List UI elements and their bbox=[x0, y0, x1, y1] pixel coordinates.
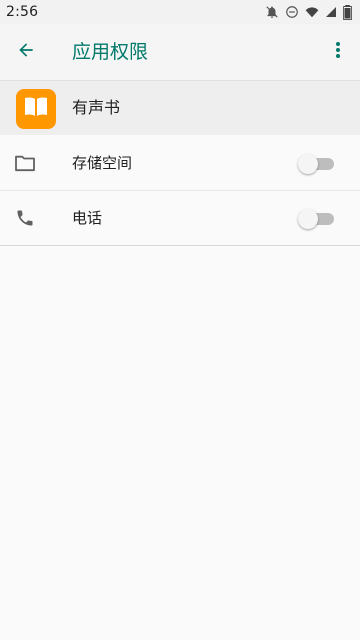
status-bar: 2:56 bbox=[0, 0, 360, 24]
status-time: 2:56 bbox=[6, 4, 39, 20]
app-bar: 应用权限 bbox=[0, 24, 360, 81]
arrow-back-icon bbox=[16, 40, 36, 64]
phone-icon bbox=[14, 207, 36, 229]
switch-thumb bbox=[298, 154, 318, 174]
wifi-icon bbox=[305, 5, 319, 19]
more-options-button[interactable] bbox=[330, 40, 346, 64]
more-vert-icon bbox=[335, 41, 341, 63]
app-icon bbox=[16, 89, 56, 129]
battery-icon bbox=[343, 4, 352, 20]
app-name: 有声书 bbox=[72, 98, 121, 117]
alarm-off-icon bbox=[265, 5, 279, 19]
folder-icon bbox=[14, 152, 36, 174]
back-button[interactable] bbox=[14, 40, 38, 64]
permission-label: 存储空间 bbox=[72, 154, 133, 172]
status-icons bbox=[265, 4, 352, 20]
storage-permission-toggle[interactable] bbox=[298, 154, 334, 174]
app-header: 有声书 bbox=[0, 81, 360, 135]
permission-label: 电话 bbox=[72, 209, 103, 227]
do-not-disturb-icon bbox=[285, 5, 299, 19]
phone-permission-toggle[interactable] bbox=[298, 209, 334, 229]
page-title: 应用权限 bbox=[72, 41, 149, 63]
permission-row-phone[interactable]: 电话 bbox=[0, 191, 360, 246]
permission-row-storage[interactable]: 存储空间 bbox=[0, 136, 360, 191]
permission-list: 存储空间 电话 bbox=[0, 136, 360, 246]
signal-icon bbox=[325, 5, 337, 19]
book-icon bbox=[23, 96, 49, 122]
switch-thumb bbox=[298, 209, 318, 229]
